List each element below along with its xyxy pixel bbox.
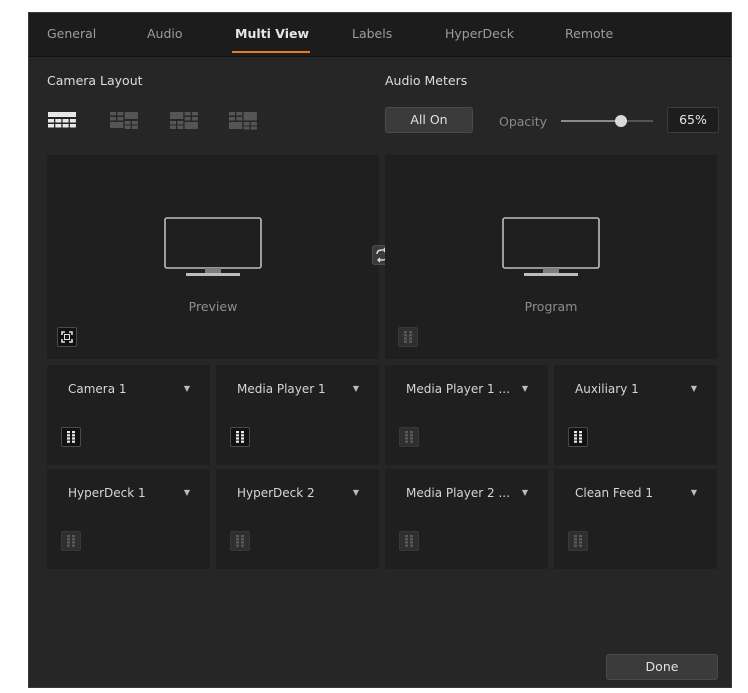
caret-down-icon: ▼ bbox=[352, 488, 359, 497]
multiview-cell-4: Auxiliary 1 ▼ bbox=[554, 365, 717, 465]
tab-bar: General Audio Multi View Labels HyperDec… bbox=[29, 13, 731, 57]
active-tab-indicator bbox=[232, 51, 310, 53]
source-dropdown-value: Media Player 1 ... bbox=[406, 382, 510, 396]
layout-option-4-button[interactable] bbox=[228, 109, 258, 131]
source-dropdown-value: Media Player 2 ... bbox=[406, 486, 510, 500]
preview-label: Preview bbox=[188, 299, 238, 314]
opacity-value-field[interactable]: 65% bbox=[667, 107, 719, 133]
caret-down-icon: ▼ bbox=[183, 384, 190, 393]
caret-down-icon: ▼ bbox=[521, 488, 528, 497]
source-dropdown-value: Auxiliary 1 bbox=[575, 382, 639, 396]
expand-icon[interactable] bbox=[57, 327, 77, 347]
source-dropdown[interactable]: HyperDeck 2 ▼ bbox=[230, 482, 365, 504]
source-dropdown-value: Clean Feed 1 bbox=[575, 486, 653, 500]
layout-grid-icon bbox=[170, 112, 198, 129]
caret-down-icon: ▼ bbox=[690, 384, 697, 393]
audio-meter-icon[interactable] bbox=[61, 427, 81, 447]
source-dropdown[interactable]: Media Player 1 ▼ bbox=[230, 378, 365, 400]
source-dropdown[interactable]: Auxiliary 1 ▼ bbox=[568, 378, 703, 400]
source-dropdown[interactable]: Camera 1 ▼ bbox=[61, 378, 196, 400]
caret-down-icon: ▼ bbox=[352, 384, 359, 393]
monitor-icon bbox=[164, 217, 262, 276]
opacity-slider-thumb[interactable] bbox=[614, 115, 627, 127]
caret-down-icon: ▼ bbox=[690, 488, 697, 497]
multiview-settings-window: General Audio Multi View Labels HyperDec… bbox=[28, 12, 732, 688]
audio-meter-icon[interactable] bbox=[399, 531, 419, 551]
opacity-label: Opacity bbox=[499, 114, 548, 129]
audio-meter-icon[interactable] bbox=[398, 327, 418, 347]
done-button[interactable]: Done bbox=[606, 654, 718, 680]
audio-meter-icon[interactable] bbox=[399, 427, 419, 447]
program-panel[interactable]: Program bbox=[385, 155, 717, 359]
source-dropdown[interactable]: Clean Feed 1 ▼ bbox=[568, 482, 703, 504]
layout-grid-icon bbox=[229, 112, 257, 130]
source-dropdown[interactable]: HyperDeck 1 ▼ bbox=[61, 482, 196, 504]
audio-meter-icon[interactable] bbox=[61, 531, 81, 551]
tab-labels[interactable]: Labels bbox=[352, 26, 392, 41]
tab-multi-view[interactable]: Multi View bbox=[235, 26, 309, 41]
preview-panel[interactable]: Preview bbox=[47, 155, 379, 359]
multiview-cell-8: Clean Feed 1 ▼ bbox=[554, 469, 717, 569]
multiview-cell-7: Media Player 2 ... ▼ bbox=[385, 469, 548, 569]
audio-meter-icon[interactable] bbox=[230, 427, 250, 447]
tab-hyperdeck[interactable]: HyperDeck bbox=[445, 26, 514, 41]
caret-down-icon: ▼ bbox=[521, 384, 528, 393]
layout-option-2-button[interactable] bbox=[109, 109, 139, 131]
layout-grid-icon bbox=[48, 112, 76, 128]
all-on-button[interactable]: All On bbox=[385, 107, 473, 133]
multiview-cell-2: Media Player 1 ▼ bbox=[216, 365, 379, 465]
source-dropdown-value: Camera 1 bbox=[68, 382, 127, 396]
source-dropdown-value: HyperDeck 2 bbox=[237, 486, 315, 500]
tab-remote[interactable]: Remote bbox=[565, 26, 613, 41]
monitor-icon bbox=[502, 217, 600, 276]
audio-meter-icon[interactable] bbox=[568, 531, 588, 551]
source-dropdown[interactable]: Media Player 2 ... ▼ bbox=[399, 482, 534, 504]
source-dropdown-value: Media Player 1 bbox=[237, 382, 326, 396]
audio-meters-label: Audio Meters bbox=[385, 73, 468, 88]
multiview-cell-1: Camera 1 ▼ bbox=[47, 365, 210, 465]
layout-option-3-button[interactable] bbox=[169, 109, 199, 131]
opacity-slider-fill bbox=[561, 120, 621, 122]
layout-option-1-button[interactable] bbox=[47, 109, 77, 131]
tab-audio[interactable]: Audio bbox=[147, 26, 183, 41]
layout-grid-icon bbox=[110, 112, 138, 129]
audio-meter-icon[interactable] bbox=[568, 427, 588, 447]
multiview-cell-3: Media Player 1 ... ▼ bbox=[385, 365, 548, 465]
source-dropdown[interactable]: Media Player 1 ... ▼ bbox=[399, 378, 534, 400]
audio-meter-icon[interactable] bbox=[230, 531, 250, 551]
source-dropdown-value: HyperDeck 1 bbox=[68, 486, 146, 500]
program-label: Program bbox=[524, 299, 578, 314]
tab-general[interactable]: General bbox=[47, 26, 96, 41]
caret-down-icon: ▼ bbox=[183, 488, 190, 497]
opacity-slider[interactable] bbox=[561, 115, 653, 127]
multiview-cell-5: HyperDeck 1 ▼ bbox=[47, 469, 210, 569]
camera-layout-label: Camera Layout bbox=[47, 73, 143, 88]
multiview-cell-6: HyperDeck 2 ▼ bbox=[216, 469, 379, 569]
